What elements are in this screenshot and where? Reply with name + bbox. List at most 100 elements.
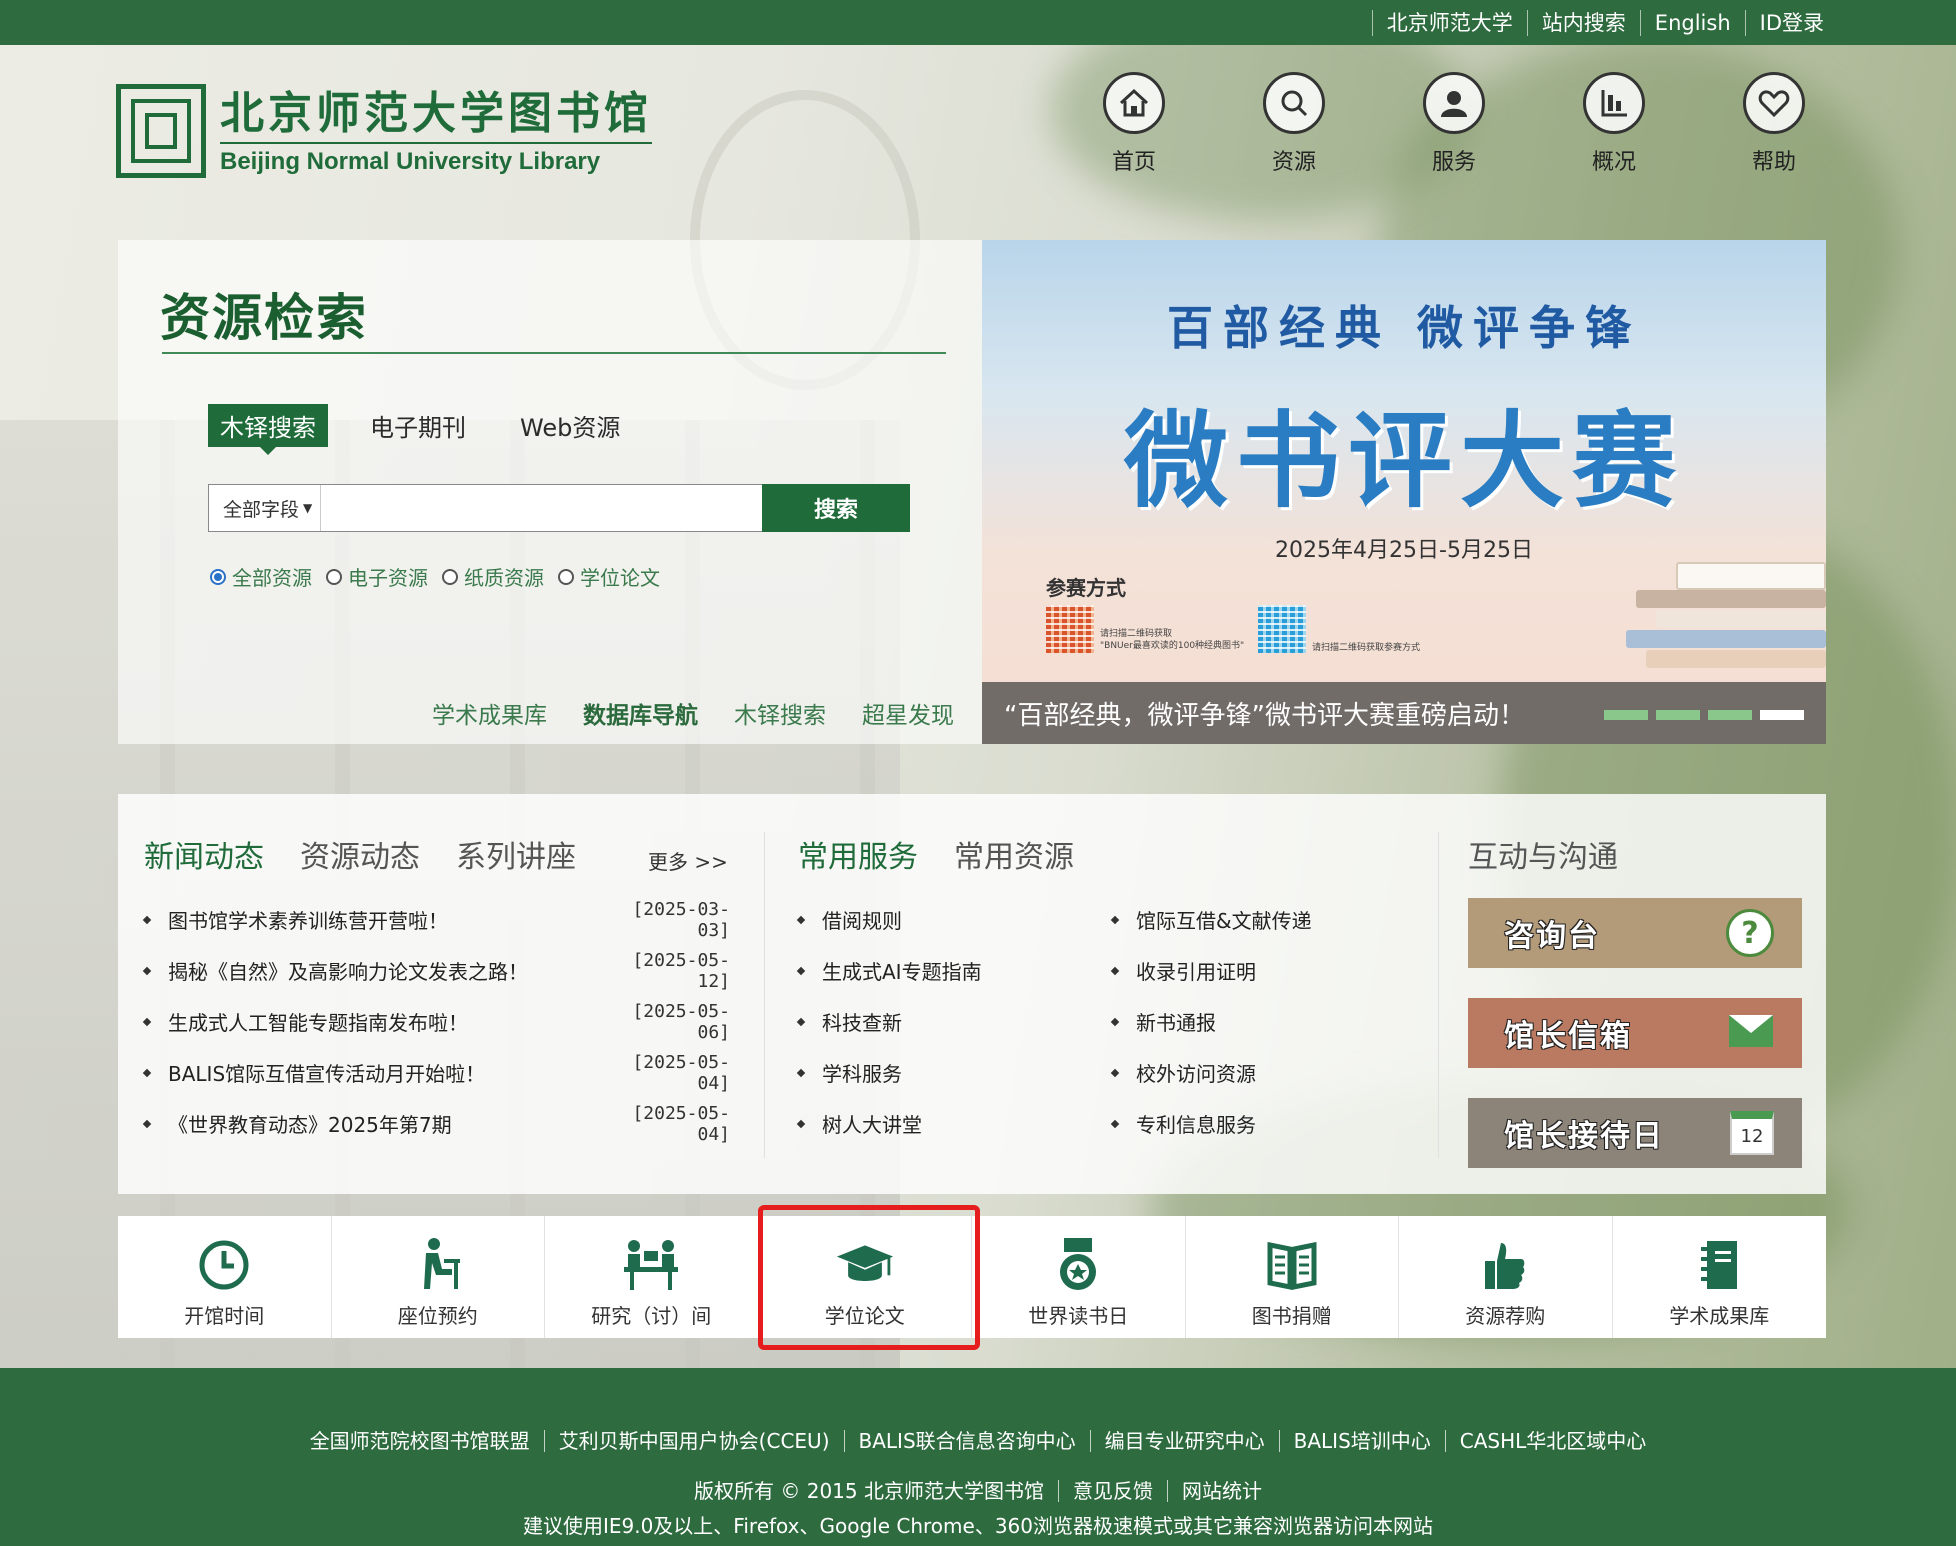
footer-link[interactable]: 艾利贝斯中国用户协会(CCEU) bbox=[543, 1430, 844, 1452]
field-select[interactable]: 全部字段 ▼ bbox=[209, 485, 322, 531]
footer-copyright-row: 版权所有 © 2015 北京师范大学图书馆 意见反馈 网站统计 bbox=[0, 1480, 1956, 1502]
news-item[interactable]: 图书馆学术素养训练营开营啦！ [2025-03-03] bbox=[142, 894, 730, 945]
service-item[interactable]: 树人大讲堂 bbox=[796, 1098, 982, 1149]
quick-link-chaoxing-discovery[interactable]: 超星发现 bbox=[862, 696, 954, 730]
service-item[interactable]: 馆际互借&文献传递 bbox=[1110, 894, 1312, 945]
radio-e-resources[interactable]: 电子资源 bbox=[326, 562, 428, 591]
tab-common-resources[interactable]: 常用资源 bbox=[954, 832, 1074, 876]
nav-help[interactable]: 帮助 bbox=[1694, 72, 1854, 176]
top-link-site-search[interactable]: 站内搜索 bbox=[1526, 9, 1640, 36]
tab-lectures[interactable]: 系列讲座 bbox=[456, 832, 576, 876]
director-reception-day-button[interactable]: 馆长接待日 12 bbox=[1468, 1098, 1802, 1168]
director-reception-day-label: 馆长接待日 bbox=[1504, 1119, 1664, 1154]
quick-scholarly-repository[interactable]: 学术成果库 bbox=[1613, 1216, 1827, 1338]
tab-muduo-search[interactable]: 木铎搜索 bbox=[208, 404, 328, 455]
search-panel-title: 资源检索 bbox=[160, 289, 368, 347]
home-icon bbox=[1103, 72, 1165, 134]
library-logo[interactable]: 北京师范大学图书馆 Beijing Normal University Libr… bbox=[116, 84, 652, 178]
mail-icon bbox=[1728, 1011, 1774, 1055]
search-button[interactable]: 搜索 bbox=[762, 484, 910, 532]
nav-resources[interactable]: 资源 bbox=[1214, 72, 1374, 176]
news-list: 图书馆学术素养训练营开营啦！ [2025-03-03] 揭秘《自然》及高影响力论文… bbox=[142, 894, 730, 1149]
column-divider bbox=[764, 832, 765, 1158]
radio-print-resources[interactable]: 纸质资源 bbox=[442, 562, 544, 591]
quick-study-rooms[interactable]: 研究（讨）间 bbox=[545, 1216, 759, 1338]
tab-web-resources[interactable]: Web资源 bbox=[508, 404, 632, 447]
bullet-icon bbox=[142, 1119, 152, 1128]
footer-link[interactable]: CASHL华北区域中心 bbox=[1444, 1430, 1661, 1452]
tab-resource-news[interactable]: 资源动态 bbox=[300, 832, 420, 876]
service-label: 学科服务 bbox=[822, 1062, 902, 1086]
tab-e-journals[interactable]: 电子期刊 bbox=[358, 404, 478, 447]
service-label: 馆际互借&文献传递 bbox=[1136, 909, 1312, 933]
service-label: 树人大讲堂 bbox=[822, 1113, 922, 1137]
logo-english-name: Beijing Normal University Library bbox=[220, 142, 652, 176]
search-scope-radios: 全部资源 电子资源 纸质资源 学位论文 bbox=[210, 562, 674, 591]
service-item[interactable]: 新书通报 bbox=[1110, 996, 1312, 1047]
main-nav: 首页 资源 服务 概况 帮助 bbox=[1054, 72, 1854, 176]
quick-world-book-day[interactable]: 世界读书日 bbox=[972, 1216, 1186, 1338]
thumbs-up-icon bbox=[1475, 1236, 1535, 1294]
service-item[interactable]: 借阅规则 bbox=[796, 894, 982, 945]
news-item[interactable]: 生成式人工智能专题指南发布啦！ [2025-05-06] bbox=[142, 996, 730, 1047]
news-more-link[interactable]: 更多 >> bbox=[648, 846, 728, 875]
feedback-link[interactable]: 意见反馈 bbox=[1057, 1480, 1167, 1502]
service-item[interactable]: 校外访问资源 bbox=[1110, 1047, 1312, 1098]
slide-dot-active[interactable] bbox=[1760, 710, 1804, 720]
quick-link-muduo-search[interactable]: 木铎搜索 bbox=[734, 696, 826, 730]
nav-overview[interactable]: 概况 bbox=[1534, 72, 1694, 176]
search-input[interactable] bbox=[321, 485, 763, 531]
slide-dot[interactable] bbox=[1604, 710, 1648, 720]
consult-desk-button[interactable]: 咨询台 ? bbox=[1468, 898, 1802, 968]
slide-dot[interactable] bbox=[1708, 710, 1752, 720]
news-item[interactable]: BALIS馆际互借宣传活动月开始啦！ [2025-05-04] bbox=[142, 1047, 730, 1098]
quick-book-donation[interactable]: 图书捐赠 bbox=[1186, 1216, 1399, 1338]
top-link-english[interactable]: English bbox=[1639, 9, 1745, 36]
service-tabs: 常用服务 常用资源 bbox=[798, 832, 1110, 876]
quick-seat-reservation[interactable]: 座位预约 bbox=[332, 1216, 545, 1338]
radio-theses[interactable]: 学位论文 bbox=[558, 562, 660, 591]
footer-link[interactable]: 全国师范院校图书馆联盟 bbox=[296, 1430, 544, 1452]
quick-label: 座位预约 bbox=[397, 1304, 478, 1328]
quick-link-scholarly-repository[interactable]: 学术成果库 bbox=[432, 696, 547, 730]
highlight-annotation bbox=[758, 1205, 980, 1350]
site-stats-link[interactable]: 网站统计 bbox=[1166, 1480, 1276, 1502]
footer-link[interactable]: BALIS联合信息咨询中心 bbox=[843, 1430, 1090, 1452]
radio-all-resources[interactable]: 全部资源 bbox=[210, 562, 312, 591]
footer-link[interactable]: BALIS培训中心 bbox=[1278, 1430, 1445, 1452]
quick-resource-recommendation[interactable]: 资源荐购 bbox=[1399, 1216, 1613, 1338]
promo-banner[interactable]: 百部经典 微评争锋 微书评大赛 2025年4月25日-5月25日 参赛方式 请扫… bbox=[982, 240, 1826, 744]
qr-note-1: 请扫描二维码获取 "BNUer最喜欢读的100种经典图书" bbox=[1100, 629, 1245, 651]
nav-home[interactable]: 首页 bbox=[1054, 72, 1214, 176]
tab-news[interactable]: 新闻动态 bbox=[144, 832, 264, 876]
nav-services[interactable]: 服务 bbox=[1374, 72, 1534, 176]
slide-dot[interactable] bbox=[1656, 710, 1700, 720]
bullet-icon bbox=[1110, 1017, 1120, 1026]
news-title: 《世界教育动态》2025年第7期 bbox=[168, 1113, 452, 1137]
service-item[interactable]: 专利信息服务 bbox=[1110, 1098, 1312, 1149]
book-icon bbox=[1262, 1236, 1322, 1294]
quick-opening-hours[interactable]: 开馆时间 bbox=[118, 1216, 332, 1338]
bullet-icon bbox=[1110, 1119, 1120, 1128]
top-link-id-login[interactable]: ID登录 bbox=[1744, 9, 1838, 36]
news-item[interactable]: 揭秘《自然》及高影响力论文发表之路！ [2025-05-12] bbox=[142, 945, 730, 996]
heart-icon bbox=[1743, 72, 1805, 134]
footer-link[interactable]: 编目专业研究中心 bbox=[1089, 1430, 1279, 1452]
quick-link-database-nav[interactable]: 数据库导航 bbox=[583, 696, 698, 730]
service-item[interactable]: 生成式AI专题指南 bbox=[796, 945, 982, 996]
consult-desk-label: 咨询台 bbox=[1504, 919, 1600, 954]
top-link-bnu[interactable]: 北京师范大学 bbox=[1371, 9, 1527, 36]
service-item[interactable]: 收录引用证明 bbox=[1110, 945, 1312, 996]
nav-overview-label: 概况 bbox=[1591, 150, 1636, 175]
service-item[interactable]: 学科服务 bbox=[796, 1047, 982, 1098]
top-links: 北京师范大学 站内搜索 English ID登录 bbox=[1371, 0, 1838, 45]
news-title: 图书馆学术素养训练营开营啦！ bbox=[168, 909, 448, 933]
tab-common-services[interactable]: 常用服务 bbox=[798, 832, 918, 876]
service-item[interactable]: 科技查新 bbox=[796, 996, 982, 1047]
qr-code-icon bbox=[1258, 605, 1306, 653]
browser-note: 建议使用IE9.0及以上、Firefox、Google Chrome、360浏览… bbox=[522, 1514, 1434, 1538]
news-item[interactable]: 《世界教育动态》2025年第7期 [2025-05-04] bbox=[142, 1098, 730, 1149]
director-mailbox-button[interactable]: 馆长信箱 bbox=[1468, 998, 1802, 1068]
radio-unchecked-icon bbox=[442, 568, 458, 585]
service-label: 新书通报 bbox=[1136, 1011, 1216, 1035]
